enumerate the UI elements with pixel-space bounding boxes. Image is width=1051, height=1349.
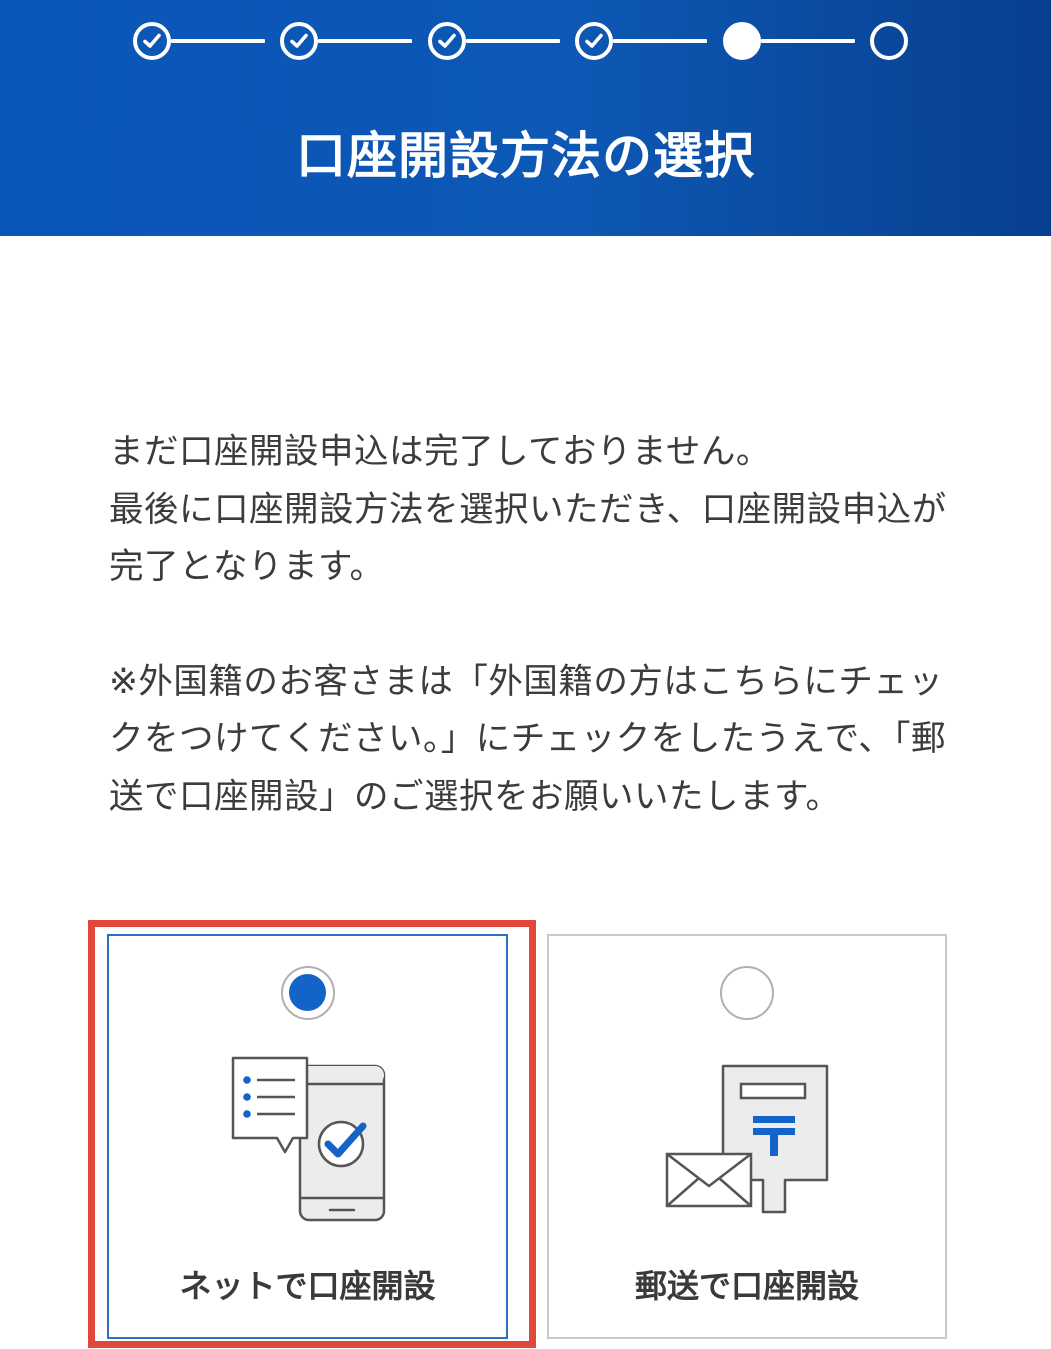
step-5-current — [723, 22, 761, 60]
smartphone-checklist-icon — [231, 1056, 386, 1222]
radio-selected-dot — [289, 974, 326, 1011]
step-connector — [613, 39, 707, 43]
step-3-completed — [428, 22, 466, 60]
step-connector — [466, 39, 560, 43]
step-4-completed — [575, 22, 613, 60]
step-1-completed — [133, 22, 171, 60]
progress-stepper — [0, 0, 1051, 84]
option-label-mail: 郵送で口座開設 — [634, 1267, 859, 1305]
mail-postal-document-icon — [665, 1064, 829, 1214]
check-icon — [438, 33, 456, 48]
step-connector — [761, 39, 855, 43]
header-banner: 口座開設方法の選択 — [0, 0, 1051, 236]
intro-line-1: まだ口座開設申込は完了しておりません。 — [109, 432, 771, 472]
page-title: 口座開設方法の選択 — [296, 127, 755, 185]
check-icon — [143, 33, 161, 48]
option-card-net[interactable]: ネットで口座開設 — [107, 934, 508, 1339]
option-label-net: ネットで口座開設 — [179, 1267, 436, 1305]
step-6-upcoming — [870, 22, 908, 60]
radio-mail[interactable] — [720, 966, 774, 1020]
step-connector — [171, 39, 265, 43]
intro-text: まだ口座開設申込は完了しておりません。 最後に口座開設方法を選択いただき、口座開… — [109, 424, 949, 826]
check-icon — [585, 33, 603, 48]
foreign-nationality-note: ※外国籍のお客さまは「外国籍の方はこちらにチェックをつけてください。」にチェック… — [109, 661, 947, 817]
option-card-mail[interactable]: 郵送で口座開設 — [547, 934, 947, 1339]
step-2-completed — [280, 22, 318, 60]
check-icon — [290, 33, 308, 48]
intro-line-2: 最後に口座開設方法を選択いただき、口座開設申込が完了となります。 — [109, 489, 947, 588]
step-connector — [318, 39, 412, 43]
radio-net[interactable] — [281, 966, 335, 1020]
